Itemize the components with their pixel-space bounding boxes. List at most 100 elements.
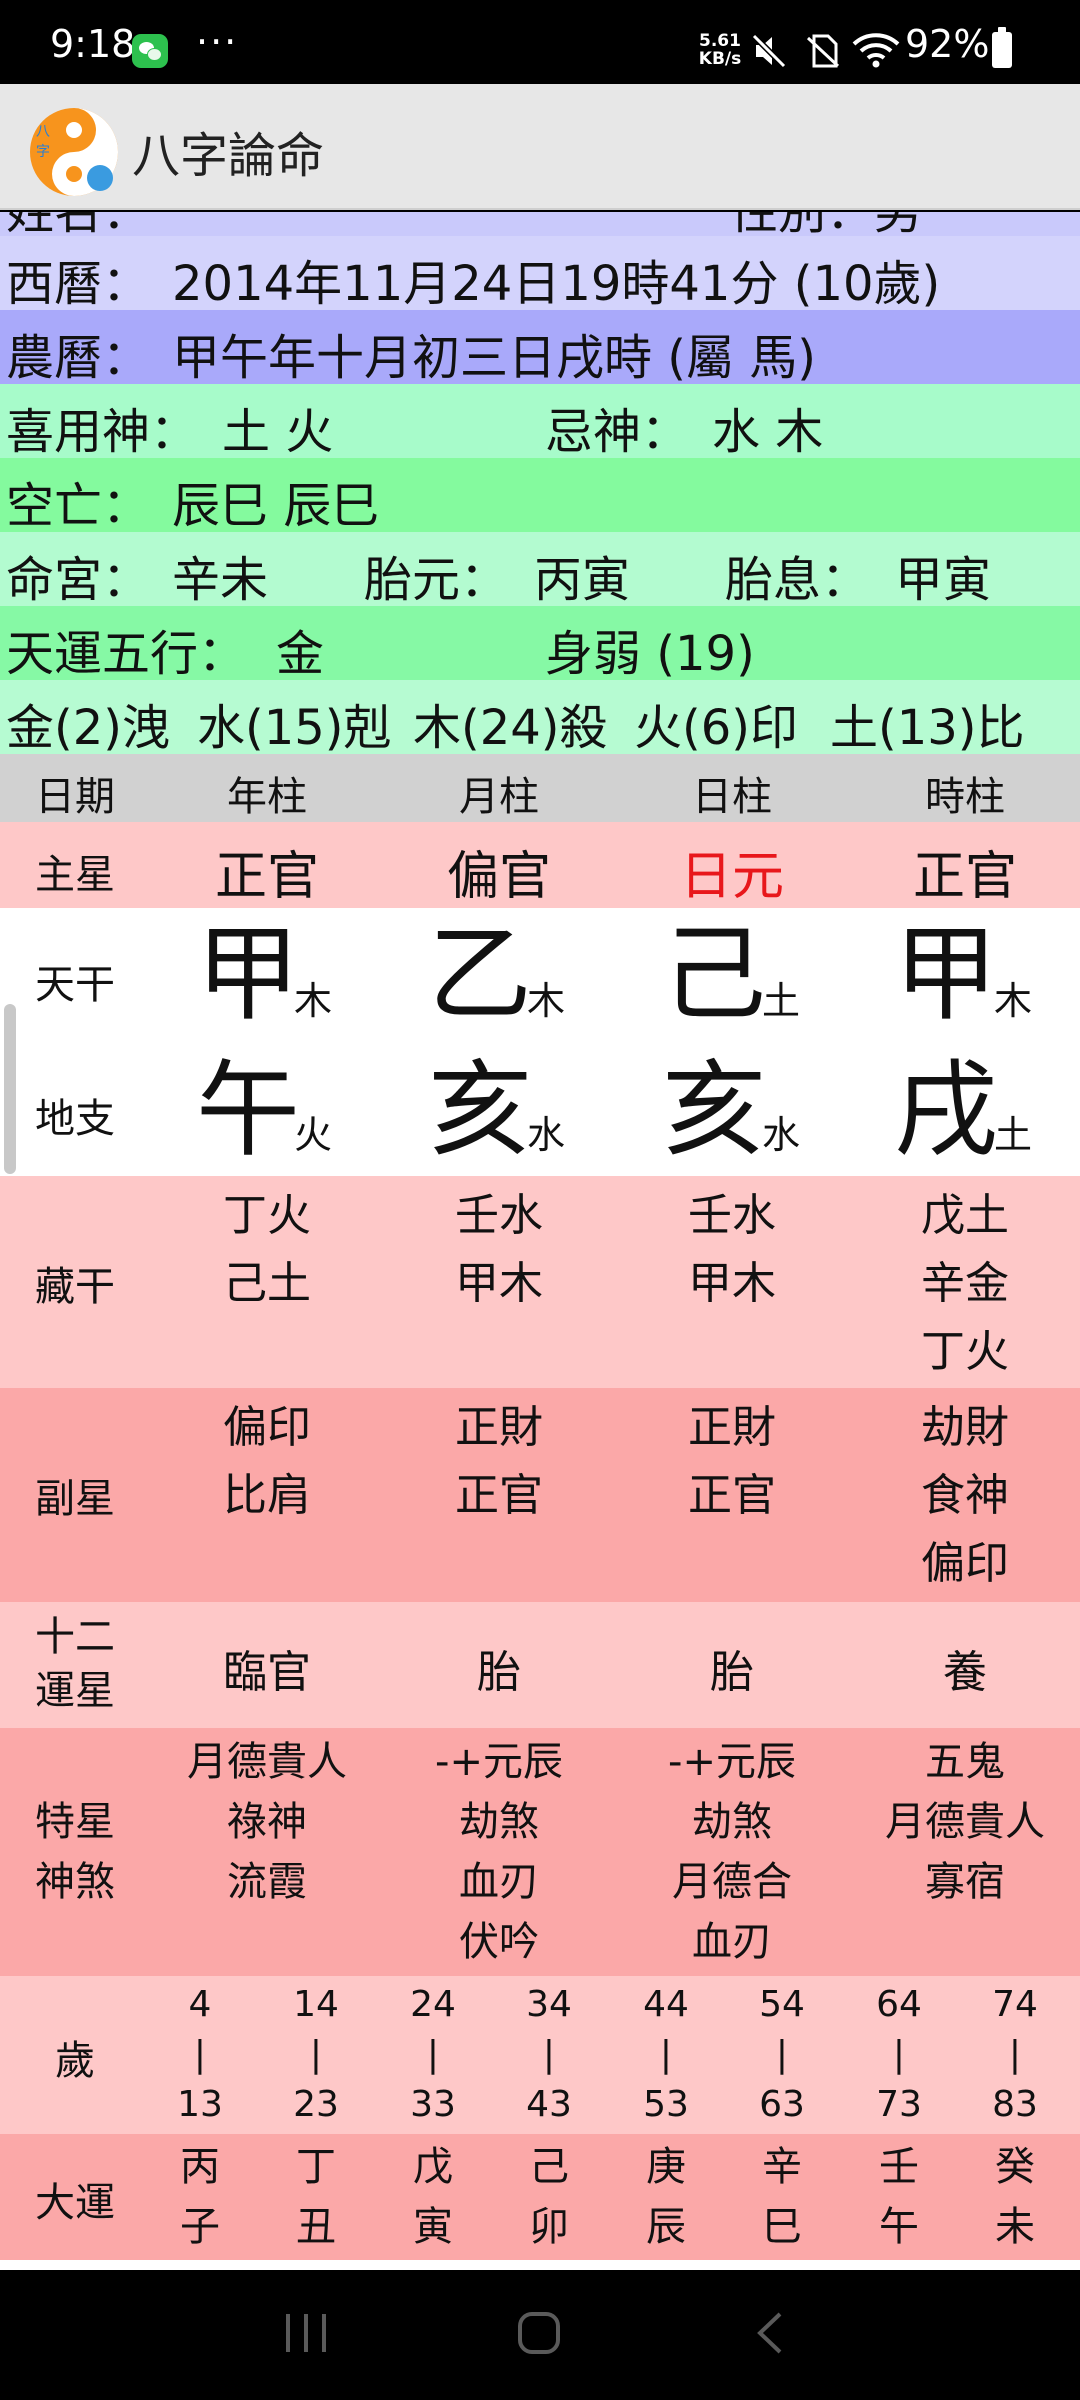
branch-hour: 戌 [894,1049,999,1171]
svg-text:字: 字 [36,144,50,160]
branch-month-element: 水 [527,1113,566,1157]
twelve-stages-row: 十二 運星 臨官 胎 胎 養 [0,1602,1080,1728]
shensha-item: 月德貴人 [187,1739,347,1785]
main-star-month: 偏官 [446,847,551,907]
canggan-hour: 戊土 辛金 丁火 [848,1182,1080,1386]
shensha-item: 流霞 [227,1859,307,1905]
name-gender-row: 姓名： 性別：男 [0,212,1080,236]
bazi-content[interactable]: 姓名： 性別：男 西曆： 2014年11月24日19時41分 (10歲) 農曆：… [0,212,1080,2270]
dayun-column: 辛巳 [724,2137,840,2257]
jishen-label: 忌神： [545,404,690,460]
recent-apps-icon[interactable] [283,2310,329,2356]
favorable-gods-row: 喜用神： 土 火 忌神： 水 木 [0,384,1080,460]
fuxing-year: 偏印 比肩 [150,1394,384,1530]
age-separator: | [659,2034,673,2075]
fuxing-day: 正財 正官 [615,1394,849,1530]
back-icon[interactable] [752,2310,788,2356]
shensha-hour: 五鬼 月德貴人 寡宿 [848,1732,1080,1912]
hidden-stems-row: 藏干 丁火 己土 壬水 甲木 壬水 甲木 戊土 辛金 丁火 [0,1176,1080,1388]
branch-day-element: 水 [762,1113,801,1157]
stem-hour: 甲 [894,913,999,1035]
kongwang-value: 辰巳 辰巳 [172,478,380,534]
yunxing-year: 臨官 [223,1647,311,1698]
shensha-label: 特星 神煞 [0,1792,150,1912]
fuxing-month: 正財 正官 [382,1394,616,1530]
branch-year: 午 [196,1049,301,1171]
fuxing-item: 正官 [455,1470,543,1521]
dayun-column: 癸未 [957,2137,1073,2257]
shensha-item: 血刃 [459,1859,539,1905]
tianyun-row: 天運五行： 金 身弱 (19) [0,606,1080,682]
header-year-pillar: 年柱 [227,774,307,820]
header-hour-pillar: 時柱 [925,774,1005,820]
shensha-item: 五鬼 [925,1739,1005,1785]
stem-year-element: 木 [294,979,333,1023]
scrollbar-thumb[interactable] [4,1004,16,1174]
dayun-column: 戊寅 [375,2137,491,2257]
age-value: 53 [643,2084,689,2125]
main-star-label: 主星 [35,852,115,898]
navigation-bar [0,2270,1080,2400]
taiyuan-value: 丙寅 [534,552,631,608]
gender-value: 性別：男 [730,212,922,236]
special-stars-row: 特星 神煞 月德貴人 祿神 流霞 -+元辰 劫煞 血刃 伏吟 -+元辰 劫煞 月… [0,1728,1080,1976]
dayun-char: 丙 [180,2144,220,2190]
taixi-value: 甲寅 [895,552,992,608]
canggan-item: 丁火 [921,1326,1009,1377]
fuxing-item: 食神 [921,1470,1009,1521]
fuxing-item: 偏印 [223,1402,311,1453]
shensha-item: 劫煞 [692,1799,772,1845]
no-sim-icon [806,34,840,68]
branch-hour-element: 土 [994,1113,1033,1157]
five-elements-row: 金(2)洩 水(15)剋 木(24)殺 火(6)印 土(13)比 [0,680,1080,756]
element-earth: 土(13)比 [830,700,1025,756]
age-separator: | [426,2034,440,2075]
pillar-header-row: 日期 年柱 月柱 日柱 時柱 [0,754,1080,822]
yunxing-month: 胎 [477,1647,521,1698]
dayun-column: 壬午 [841,2137,957,2257]
age-column: 54 | 63 [724,1980,840,2130]
age-label: 歲 [55,2038,95,2084]
age-value: 24 [410,1984,456,2025]
age-column: 74 | 83 [957,1980,1073,2130]
stem-hour-element: 木 [994,979,1033,1023]
age-separator: | [309,2034,323,2075]
shensha-label-line2: 神煞 [35,1859,115,1905]
element-metal: 金(2)洩 [6,700,170,756]
app-logo-icon[interactable]: 八 字 [28,106,120,198]
more-notifications-icon: ··· [196,20,239,64]
stem-day-element: 土 [762,979,801,1023]
solar-value: 2014年11月24日19時41分 (10歲) [172,256,941,312]
canggan-item: 辛金 [921,1258,1009,1309]
dayun-column: 己卯 [491,2137,607,2257]
solar-label: 西曆： [6,256,151,312]
age-separator: | [775,2034,789,2075]
element-fire: 火(6)印 [634,700,798,756]
dayun-column: 庚辰 [608,2137,724,2257]
dayun-char: 己 [529,2144,569,2190]
home-icon[interactable] [516,2310,562,2356]
stem-month: 乙 [428,913,533,1035]
age-separator: | [892,2034,906,2075]
canggan-item: 戊土 [921,1190,1009,1241]
dayun-row: 大運 丙子丁丑戊寅己卯庚辰辛巳壬午癸未 [0,2134,1080,2260]
dayun-char: 辰 [646,2204,686,2250]
xiyong-label: 喜用神： [6,404,199,460]
age-column: 14 | 23 [258,1980,374,2130]
yunxing-label-line2: 運星 [35,1668,115,1714]
shensha-item: 月德合 [672,1859,792,1905]
canggan-month: 壬水 甲木 [382,1182,616,1318]
main-star-hour: 正官 [912,847,1017,907]
fuxing-item: 正財 [688,1402,776,1453]
dayun-char: 壬 [879,2144,919,2190]
age-value: 63 [759,2084,805,2125]
branch-year-element: 火 [294,1113,333,1157]
stem-month-element: 木 [527,979,566,1023]
header-date: 日期 [35,774,115,820]
age-value: 64 [876,1984,922,2025]
shensha-month: -+元辰 劫煞 血刃 伏吟 [382,1732,616,1972]
age-value: 34 [526,1984,572,2025]
age-value: 74 [992,1984,1038,2025]
network-speed-value: 5.61 [699,31,741,51]
mute-icon [752,34,787,68]
